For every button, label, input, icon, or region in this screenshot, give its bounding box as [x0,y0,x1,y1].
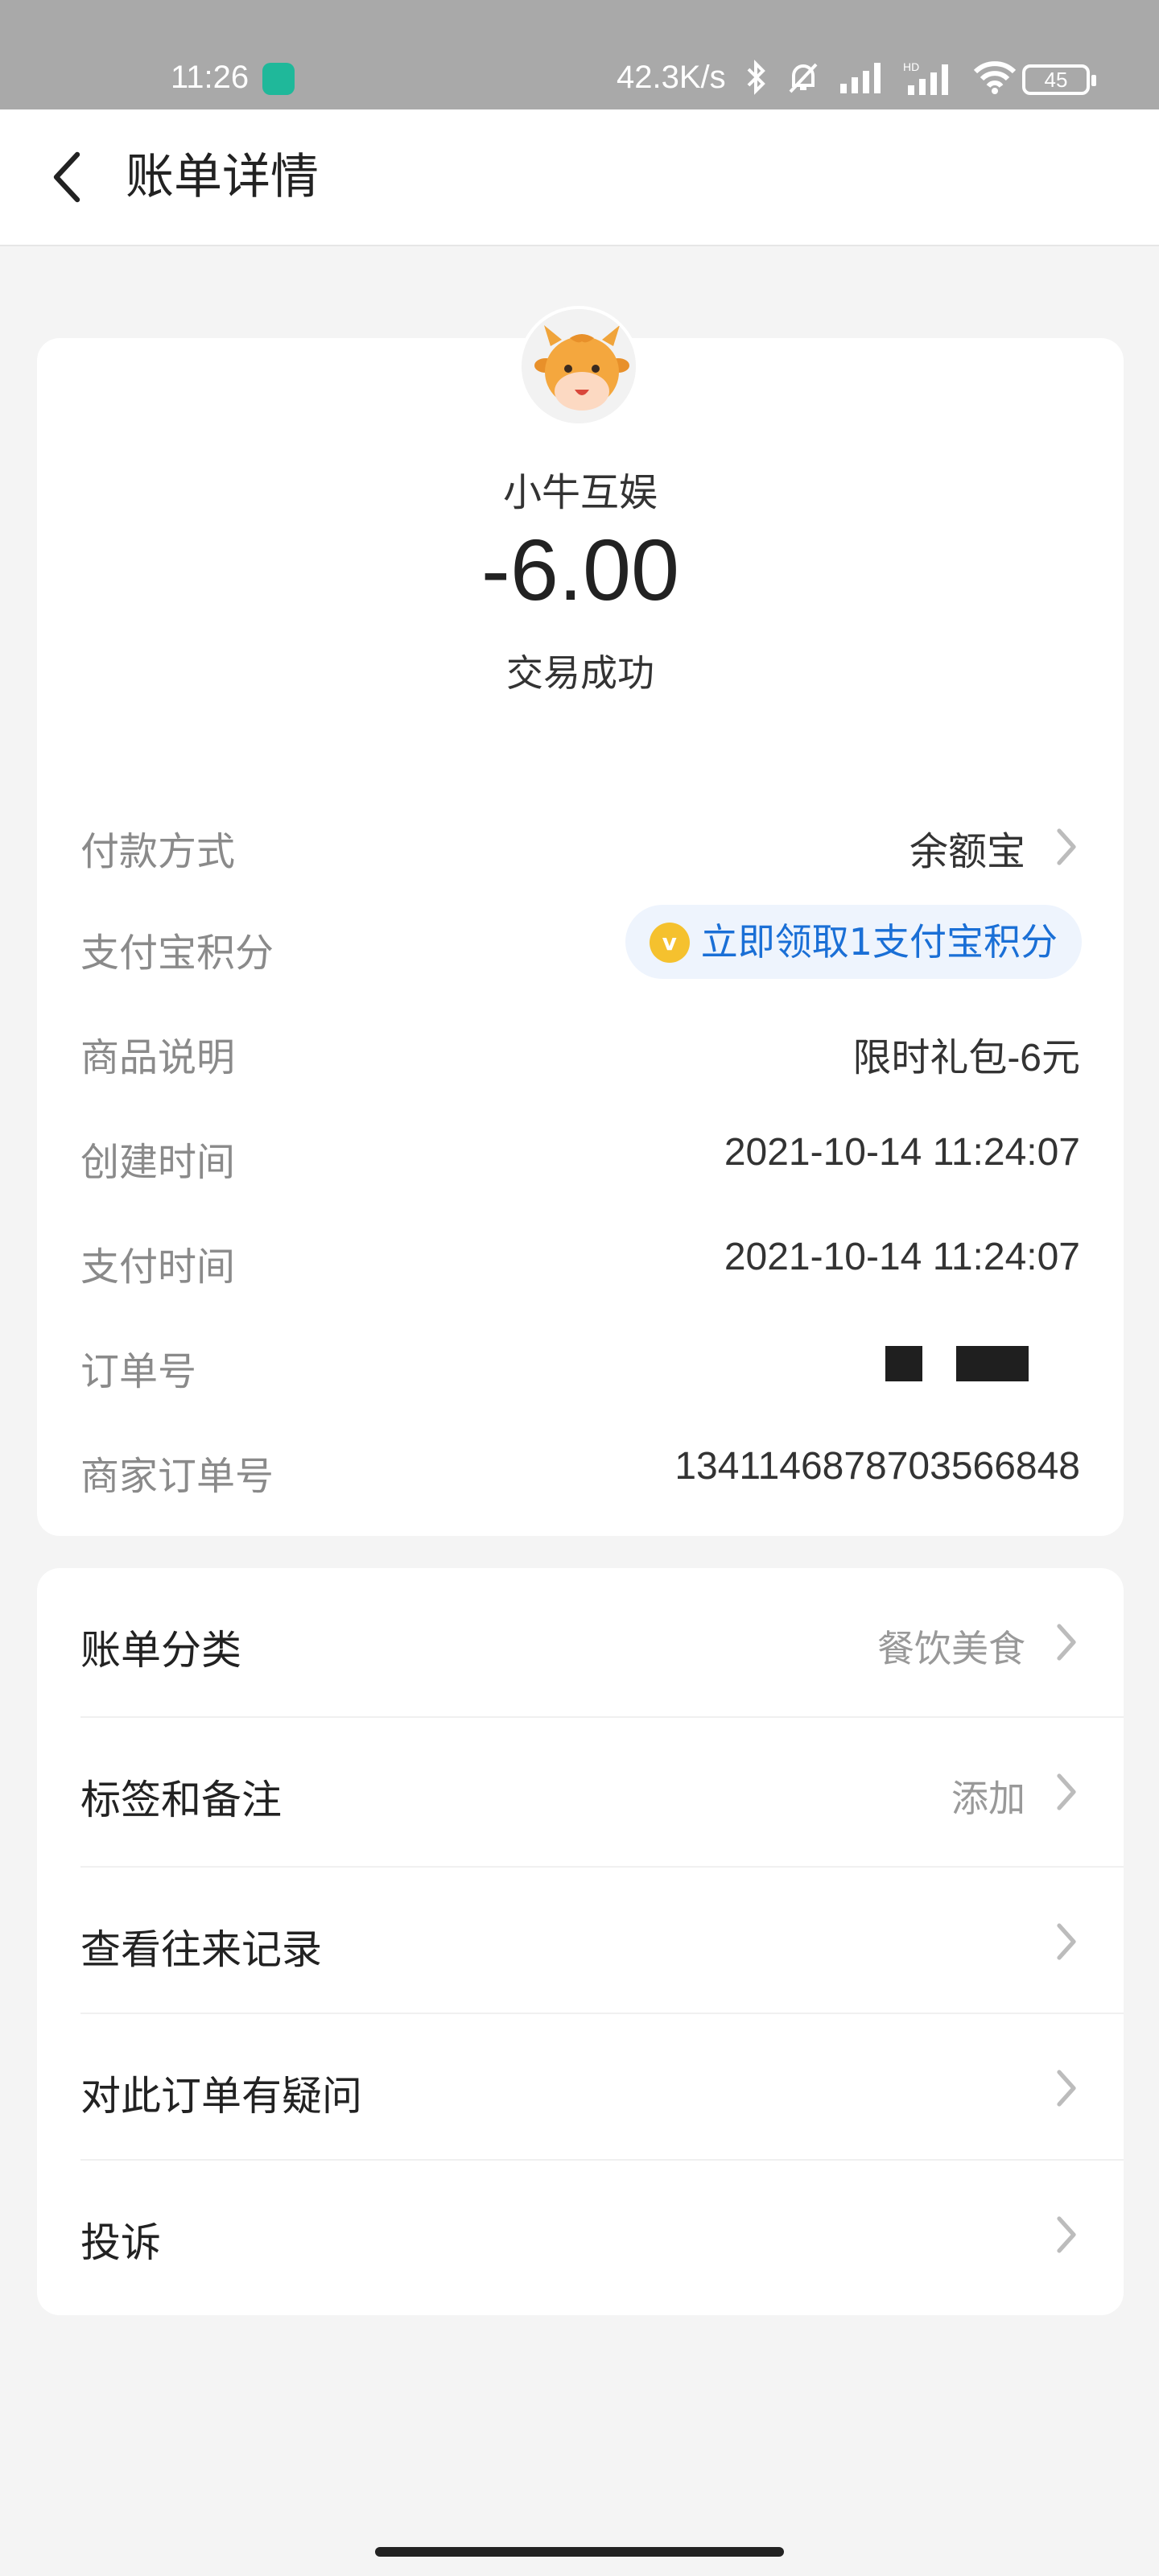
menu-label: 对此订单有疑问 [80,2073,362,2120]
menu-hint: 添加 [951,1777,1025,1820]
menu-item-order-question[interactable]: 对此订单有疑问 [80,2014,1124,2161]
chevron-right-icon [1057,1923,1076,1960]
detail-label: 支付时间 [80,1245,236,1290]
claim-points-button[interactable]: v 立即领取1支付宝积分 [625,905,1082,979]
detail-value: 余额宝 [909,831,1025,873]
battery-icon: 45 [1022,64,1096,95]
menu-hint: 餐饮美食 [877,1627,1025,1670]
chevron-right-icon [1057,2070,1076,2107]
detail-row-paid-time: 支付时间 2021-10-14 11:24:07 [80,1216,1124,1296]
detail-label: 订单号 [80,1349,197,1394]
detail-value: 2021-10-14 11:24:07 [724,1236,1080,1278]
menu-item-complaint[interactable]: 投诉 [80,2161,1124,2307]
bill-amount: -6.00 [481,521,680,618]
status-bar: 11:26 42.3K/s HD 45 [0,0,1159,109]
status-icons: HD [745,58,1017,97]
detail-value: 限时礼包-6元 [852,1037,1080,1080]
hd-signal-icon: HD [903,60,948,95]
detail-row-merchant-order-number: 商家订单号 1341146878703566848 [80,1425,1124,1505]
network-speed: 42.3K/s [617,60,726,95]
menu-label: 账单分类 [80,1627,241,1674]
menu-item-tags-notes[interactable]: 标签和备注 添加 [80,1718,1124,1868]
home-indicator[interactable] [375,2547,784,2557]
points-coin-icon: v [649,923,690,963]
detail-label: 商家订单号 [80,1454,274,1499]
mute-bell-icon [789,63,818,93]
detail-label: 创建时间 [80,1140,236,1185]
menu-item-category[interactable]: 账单分类 餐饮美食 [80,1568,1124,1718]
detail-label: 付款方式 [80,829,236,874]
wifi-icon [973,61,1017,94]
app-notification-icon [262,63,295,95]
detail-row-payment-method[interactable]: 付款方式 余额宝 [80,800,1124,881]
status-time: 11:26 [171,60,250,95]
menu-item-history[interactable]: 查看往来记录 [80,1868,1124,2014]
menu-label: 投诉 [80,2219,161,2266]
svg-text:HD: HD [903,60,919,73]
nav-bar: 账单详情 [0,109,1159,246]
bill-actions-card: 账单分类 餐饮美食 标签和备注 添加 查看往来记录 对此订单有疑问 投诉 [37,1568,1124,2315]
chevron-right-icon [1057,828,1076,865]
chevron-right-icon [1057,2216,1076,2253]
menu-label: 标签和备注 [80,1777,282,1823]
calf-mascot-icon [522,309,636,423]
detail-row-created-time: 创建时间 2021-10-14 11:24:07 [80,1111,1124,1191]
chevron-left-icon [53,151,80,203]
detail-value: 1341146878703566848 [674,1445,1080,1488]
detail-label: 商品说明 [80,1035,236,1080]
detail-label: 支付宝积分 [80,931,274,976]
claim-points-label: 立即领取1支付宝积分 [700,920,1058,964]
merchant-avatar [518,306,639,427]
redaction-block [956,1346,1029,1381]
chevron-right-icon [1057,1773,1076,1810]
chevron-right-icon [1057,1624,1076,1661]
signal-icon [840,63,881,93]
page-title: 账单详情 [126,149,319,205]
menu-label: 查看往来记录 [80,1926,322,1973]
detail-row-product: 商品说明 限时礼包-6元 [80,1006,1124,1087]
detail-row-alipay-points: 支付宝积分 v 立即领取1支付宝积分 [80,902,1124,982]
redaction-block [885,1346,922,1381]
detail-value: 2021-10-14 11:24:07 [724,1131,1080,1174]
merchant-name: 小牛互娱 [502,470,658,515]
transaction-status: 交易成功 [506,651,654,695]
back-button[interactable] [39,145,103,209]
bluetooth-icon [747,60,765,95]
